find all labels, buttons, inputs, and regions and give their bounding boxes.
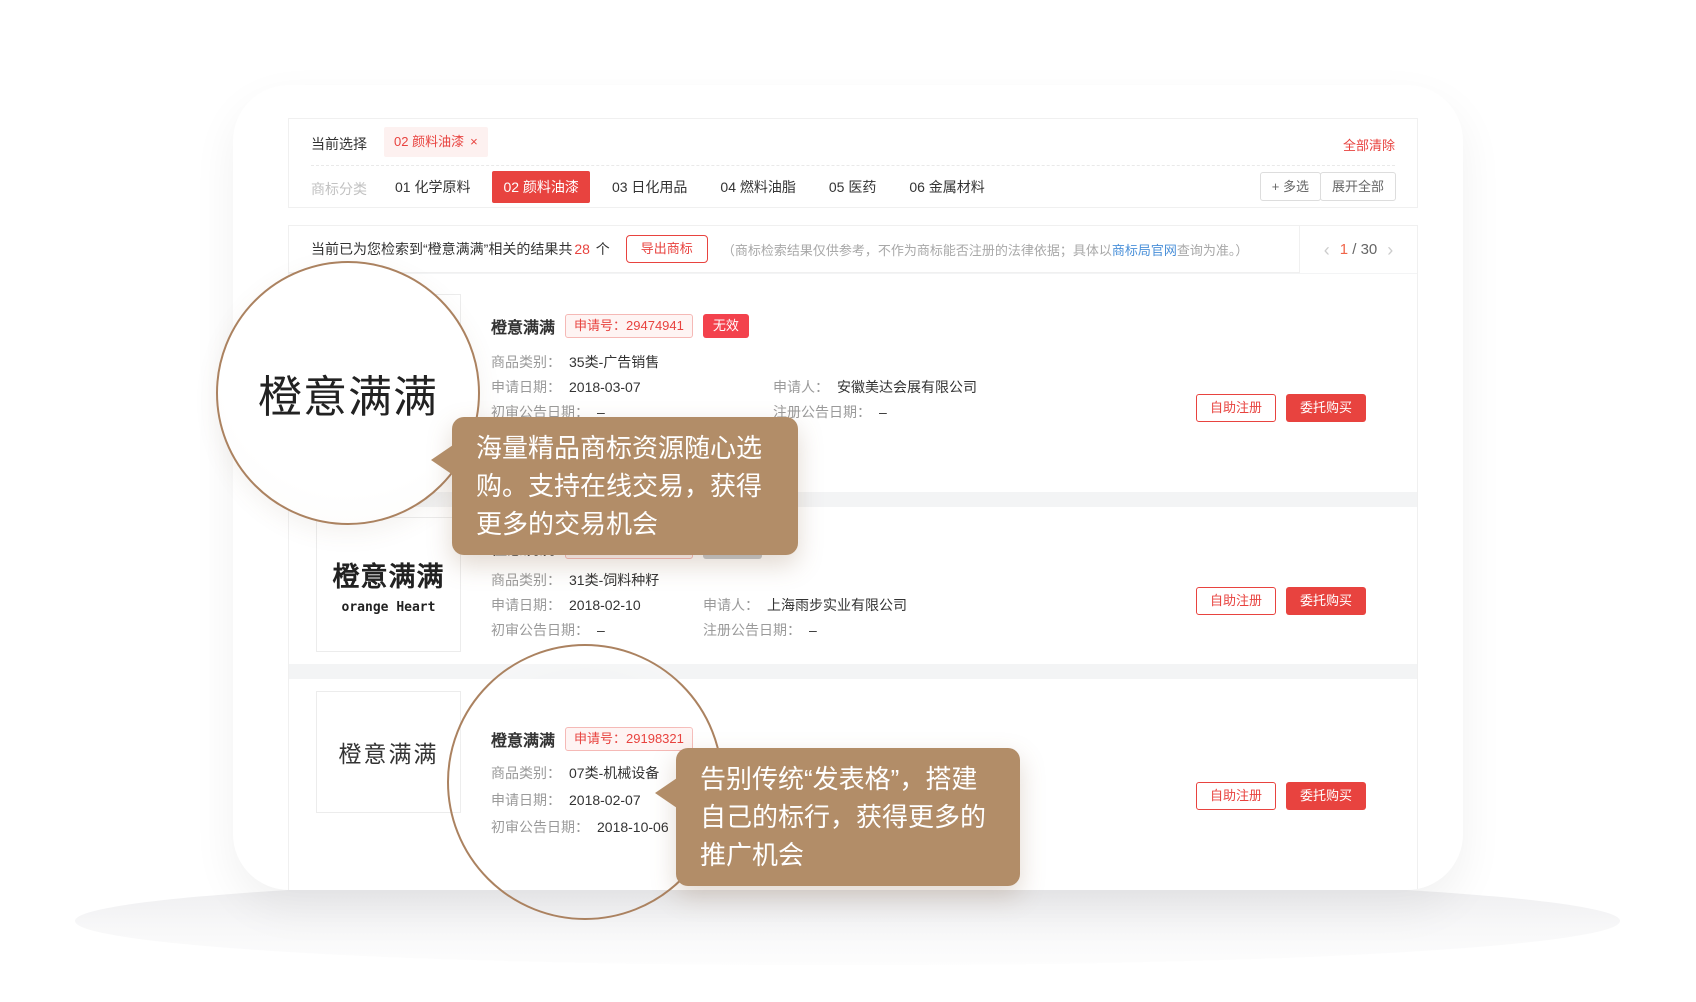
magnified-trademark-text: 橙意满满 bbox=[258, 361, 438, 425]
callout-text: 海量精品商标资源随心选购。支持在线交易，获得更多的交易机会 bbox=[476, 433, 762, 539]
row-1-category-line: 商品类别： 35类-广告销售 bbox=[491, 352, 659, 372]
apply-date-label: 申请日期： bbox=[491, 597, 561, 613]
applicant-value: 上海雨步实业有限公司 bbox=[767, 597, 907, 613]
applicant-label: 申请人： bbox=[703, 597, 759, 613]
application-number-label: 申请号： bbox=[574, 318, 626, 333]
screenshot-stage: 当前选择 02 颜料油漆 × 全部清除 商标分类 01 化学原料 02 颜料油漆 … bbox=[0, 0, 1696, 1002]
category-value: 35类-广告销售 bbox=[569, 354, 659, 370]
applicant-field: 申请人： 上海雨步实业有限公司 bbox=[703, 595, 907, 615]
disclaimer-text: （商标检索结果仅供参考，不作为商标能否注册的法律依据；具体以商标局官网查询为准。… bbox=[722, 240, 1249, 259]
row-1-actions: 自助注册 委托购买 bbox=[1196, 394, 1366, 422]
callout-bubble-marketplace: 海量精品商标资源随心选购。支持在线交易，获得更多的交易机会 bbox=[452, 417, 798, 555]
trademark-logo-text: 橙意满满 bbox=[339, 735, 439, 769]
category-label: 商品类别： bbox=[491, 572, 561, 588]
category-tabs: 01 化学原料 02 颜料油漆 03 日化用品 04 燃料油脂 05 医药 06… bbox=[384, 171, 1007, 203]
current-selection-label: 当前选择 bbox=[311, 134, 367, 154]
registration-publication-label: 注册公告日期： bbox=[703, 622, 801, 638]
selected-filter-chip-label: 02 颜料油漆 bbox=[394, 134, 464, 149]
chip-close-icon[interactable]: × bbox=[470, 134, 478, 149]
application-number-value: 29474941 bbox=[626, 318, 684, 333]
category-tab-01[interactable]: 01 化学原料 bbox=[384, 171, 481, 203]
trademark-logo-subtext: orange Heart bbox=[342, 600, 436, 615]
row-1-title-line: 橙意满满 申请号：29474941 无效 bbox=[491, 314, 749, 338]
category-tab-03[interactable]: 03 日化用品 bbox=[601, 171, 698, 203]
results-count-suffix: 个 bbox=[596, 241, 610, 257]
row-2-category-line: 商品类别： 31类-饲料种籽 bbox=[491, 570, 659, 590]
trademark-class-label: 商标分类 bbox=[311, 179, 367, 199]
row-1-date-line: 申请日期：2018-03-07 申请人：安徽美达会展有限公司 bbox=[491, 377, 641, 397]
prev-page-icon[interactable]: ‹ bbox=[1324, 241, 1330, 259]
apply-date-label: 申请日期： bbox=[491, 379, 561, 395]
disclaimer-post: 查询为准。） bbox=[1177, 243, 1249, 258]
callout-arrow-icon bbox=[655, 778, 677, 808]
category-label: 商品类别： bbox=[491, 354, 561, 370]
trademark-class-row: 商标分类 01 化学原料 02 颜料油漆 03 日化用品 04 燃料油脂 05 … bbox=[289, 166, 1417, 209]
applicant-field: 申请人： 安徽美达会展有限公司 bbox=[773, 377, 977, 397]
self-register-button[interactable]: 自助注册 bbox=[1196, 394, 1276, 422]
multi-select-button[interactable]: + 多选 bbox=[1260, 172, 1321, 201]
disclaimer-pre: （商标检索结果仅供参考，不作为商标能否注册的法律依据；具体以 bbox=[722, 243, 1112, 258]
row-2-actions: 自助注册 委托购买 bbox=[1196, 587, 1366, 615]
results-count-prefix: 当前已为您检索到“橙意满满”相关的结果共 bbox=[311, 241, 572, 257]
trademark-image-2: 橙意满满 orange Heart bbox=[316, 517, 461, 652]
row-2-publication-line: 初审公告日期：– 注册公告日期：– bbox=[491, 620, 605, 640]
callout-arrow-icon bbox=[431, 445, 453, 475]
category-value: 31类-饲料种籽 bbox=[569, 572, 659, 588]
first-publication-label: 初审公告日期： bbox=[491, 622, 589, 638]
delegate-buy-button[interactable]: 委托购买 bbox=[1286, 394, 1366, 422]
current-page: 1 bbox=[1340, 241, 1348, 258]
category-tab-05[interactable]: 05 医药 bbox=[818, 171, 887, 203]
apply-date-value: 2018-03-07 bbox=[569, 379, 641, 395]
trademark-logo-text: 橙意满满 bbox=[333, 555, 445, 594]
self-register-button[interactable]: 自助注册 bbox=[1196, 782, 1276, 810]
results-header: 当前已为您检索到“橙意满满”相关的结果共28 个 导出商标 （商标检索结果仅供参… bbox=[289, 226, 1417, 273]
filter-panel: 当前选择 02 颜料油漆 × 全部清除 商标分类 01 化学原料 02 颜料油漆 … bbox=[288, 118, 1418, 208]
category-tab-06[interactable]: 06 金属材料 bbox=[898, 171, 995, 203]
clear-all-button[interactable]: 全部清除 bbox=[1343, 135, 1395, 154]
expand-all-button[interactable]: 展开全部 bbox=[1320, 172, 1396, 201]
applicant-value: 安徽美达会展有限公司 bbox=[837, 379, 977, 395]
trademark-name: 橙意满满 bbox=[491, 314, 555, 338]
pagination: ‹ 1 / 30 › bbox=[1299, 226, 1417, 273]
results-count-text: 当前已为您检索到“橙意满满”相关的结果共28 个 bbox=[311, 239, 610, 259]
applicant-label: 申请人： bbox=[773, 379, 829, 395]
callout-bubble-promotion: 告别传统“发表格”，搭建自己的标行，获得更多的推广机会 bbox=[676, 748, 1020, 886]
total-pages: 30 bbox=[1361, 241, 1378, 258]
registration-publication-value: – bbox=[879, 404, 887, 420]
delegate-buy-button[interactable]: 委托购买 bbox=[1286, 587, 1366, 615]
first-publication-value: – bbox=[597, 622, 605, 638]
pagination-separator: / bbox=[1352, 241, 1356, 258]
application-number-chip: 申请号：29474941 bbox=[565, 314, 693, 338]
registration-publication-field: 注册公告日期：– bbox=[703, 620, 817, 640]
status-badge: 无效 bbox=[703, 314, 749, 338]
row-3-actions: 自助注册 委托购买 bbox=[1196, 782, 1366, 810]
magnifier-circle: 橙意满满 bbox=[216, 261, 480, 525]
next-page-icon[interactable]: › bbox=[1387, 241, 1393, 259]
category-tab-02-selected[interactable]: 02 颜料油漆 bbox=[492, 171, 589, 203]
export-trademarks-button[interactable]: 导出商标 bbox=[626, 235, 708, 263]
self-register-button[interactable]: 自助注册 bbox=[1196, 587, 1276, 615]
row-2-date-line: 申请日期：2018-02-10 申请人：上海雨步实业有限公司 bbox=[491, 595, 641, 615]
trademark-office-link[interactable]: 商标局官网 bbox=[1112, 243, 1177, 258]
trademark-image-3: 橙意满满 bbox=[316, 691, 461, 813]
apply-date-value: 2018-02-10 bbox=[569, 597, 641, 613]
pagination-text: 1 / 30 bbox=[1340, 241, 1378, 258]
registration-publication-value: – bbox=[809, 622, 817, 638]
selected-filter-chip[interactable]: 02 颜料油漆 × bbox=[384, 127, 488, 157]
category-tab-04[interactable]: 04 燃料油脂 bbox=[709, 171, 806, 203]
results-count-number: 28 bbox=[574, 241, 590, 257]
device-base bbox=[75, 877, 1620, 965]
delegate-buy-button[interactable]: 委托购买 bbox=[1286, 782, 1366, 810]
callout-text: 告别传统“发表格”，搭建自己的标行，获得更多的推广机会 bbox=[700, 764, 986, 870]
current-selection-row: 当前选择 02 颜料油漆 × 全部清除 bbox=[289, 119, 1417, 164]
